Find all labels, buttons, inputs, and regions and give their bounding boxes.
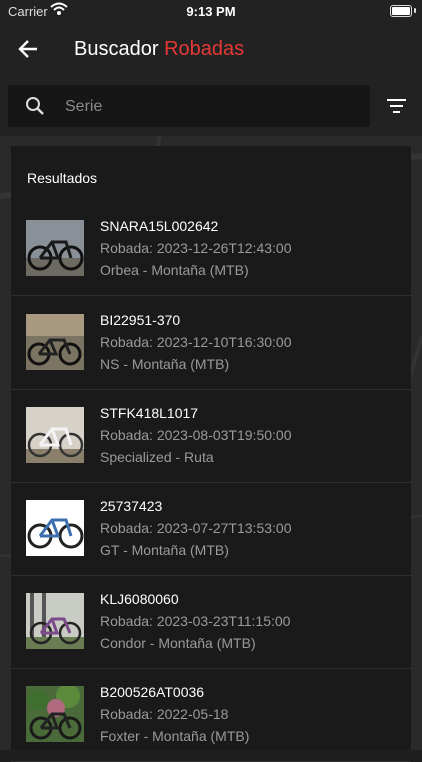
item-stolen-date: Robada: 2023-08-03T19:50:00 [100, 427, 292, 443]
item-stolen-date: Robada: 2023-03-23T11:15:00 [100, 613, 291, 629]
item-description: Foxter - Montaña (MTB) [100, 728, 250, 744]
search-field[interactable] [8, 85, 370, 129]
bike-photo [26, 500, 84, 556]
item-serial: KLJ6080060 [100, 591, 179, 607]
item-serial: STFK418L1017 [100, 405, 199, 421]
bike-photo [26, 220, 84, 276]
item-stolen-date: Robada: 2022-05-18 [100, 706, 229, 722]
bike-photo [26, 314, 84, 370]
clock: 9:13 PM [186, 4, 236, 19]
list-item[interactable]: 25737423 Robada: 2023-07-27T13:53:00 GT … [11, 482, 411, 576]
filter-icon[interactable] [382, 94, 412, 118]
list-item[interactable]: KLJ6080060 Robada: 2023-03-23T11:15:00 C… [11, 575, 411, 669]
item-serial: 25737423 [100, 498, 163, 514]
item-description: GT - Montaña (MTB) [100, 542, 229, 558]
item-description: Specialized - Ruta [100, 449, 214, 465]
bike-photo [26, 686, 84, 742]
item-stolen-date: Robada: 2023-07-27T13:53:00 [100, 520, 292, 536]
list-item[interactable]: SNARA15L002642 Robada: 2023-12-26T12:43:… [11, 202, 411, 296]
list-item[interactable]: BI22951-370 Robada: 2023-12-10T16:30:00 … [11, 296, 411, 390]
item-description: NS - Montaña (MTB) [100, 356, 230, 372]
item-stolen-date: Robada: 2023-12-26T12:43:00 [100, 240, 292, 256]
results-panel: Resultados SNARA15L002642 Robada: 2023-1… [11, 146, 411, 762]
bike-photo [26, 593, 84, 649]
list-item[interactable]: STFK418L1017 Robada: 2023-08-03T19:50:00… [11, 389, 411, 483]
item-serial: SNARA15L002642 [100, 218, 219, 234]
arrow-left-icon[interactable] [16, 36, 42, 62]
item-description: Orbea - Montaña (MTB) [100, 262, 249, 278]
item-stolen-date: Robada: 2023-12-10T16:30:00 [100, 334, 292, 350]
battery-icon [390, 5, 412, 17]
search-bar [0, 78, 422, 136]
list-item[interactable]: B200526AT0036 Robada: 2022-05-18 Foxter … [11, 668, 411, 762]
title-accent: Robadas [164, 38, 245, 60]
navigation-bar: Buscador Robadas [0, 22, 422, 78]
search-input[interactable] [63, 85, 367, 129]
item-serial: B200526AT0036 [100, 684, 205, 700]
item-description: Condor - Montaña (MTB) [100, 635, 256, 651]
battery-tip [414, 8, 416, 13]
title-prefix: Buscador [74, 38, 159, 60]
bike-photo [26, 407, 84, 463]
item-serial: BI22951-370 [100, 312, 181, 328]
results-header: Resultados [27, 170, 98, 186]
search-icon [25, 96, 45, 121]
status-bar: Carrier 9:13 PM [0, 0, 422, 22]
page-title: Buscador Robadas [74, 38, 244, 61]
